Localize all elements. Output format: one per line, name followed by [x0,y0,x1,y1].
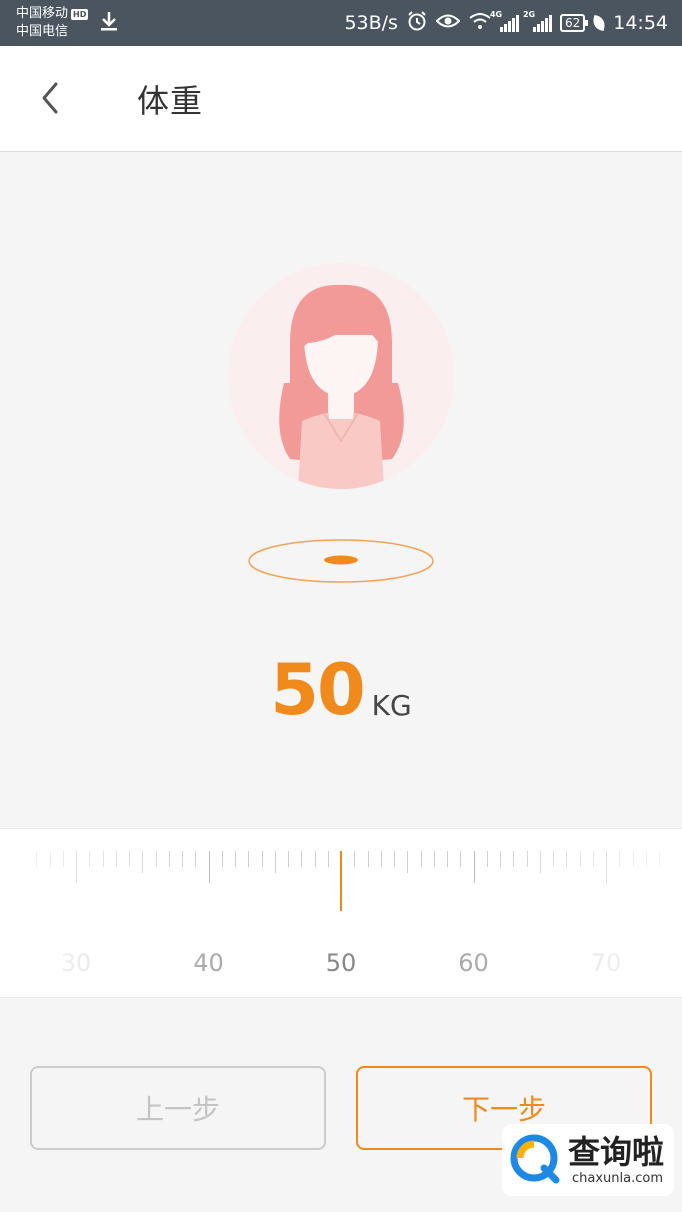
ruler-tick [539,851,541,873]
weight-value: 50 [270,649,365,731]
app-header: 体重 [0,46,682,152]
ruler-tick [301,851,303,867]
download-icon [98,10,120,36]
watermark-cn: 查询啦 [568,1133,665,1171]
ruler-tick [36,851,38,867]
search-q-icon [510,1134,560,1184]
ruler-tick [420,851,422,867]
ruler-tick [592,851,594,867]
ruler-tick [433,851,435,867]
ruler-tick [380,851,382,867]
ruler-tick [102,851,104,867]
weight-readout: 50 KG [0,640,682,730]
ruler-tick [526,851,528,867]
ruler-tick [500,851,501,867]
sim1-signal-icon: 4G [490,10,519,32]
ruler-tick [460,851,462,867]
chevron-left-icon [42,82,58,114]
ruler-tick [619,851,621,867]
ruler-tick [394,851,395,867]
back-button[interactable] [28,74,72,122]
ruler-tick [62,851,64,867]
ruler-tick [486,851,488,867]
avatar [228,263,454,489]
ruler-tick [632,851,634,867]
watermark-logo: 查询啦 chaxunla.com [502,1124,674,1196]
ruler-tick [274,851,276,873]
clock: 14:54 [613,12,668,34]
status-bar: 中国移动 HD 中国电信 53B/s 4G 2G 62 14:54 [0,0,682,46]
ruler-tick [195,851,197,867]
ruler-tick [606,851,607,883]
ruler-tick [208,851,210,883]
ruler-tick [659,851,660,867]
ruler-tick [407,851,409,873]
ruler-indicator [340,851,342,911]
ruler-tick [288,851,289,867]
wifi-icon [468,12,492,35]
ruler-label: 30 [60,949,92,977]
ruler-tick [76,851,77,883]
previous-step-label: 上一步 [135,1093,220,1126]
net-speed: 53B/s [344,12,398,34]
ruler-tick [182,851,183,867]
watermark-en: chaxunla.com [572,1171,663,1186]
ruler-tick [168,851,170,867]
ruler-tick [553,851,554,867]
battery-level: 62 [564,16,581,30]
ruler-tick [314,851,316,867]
ruler-label: 60 [458,949,489,977]
ruler-tick [367,851,369,867]
eye-comfort-icon [435,12,461,35]
female-avatar-icon [279,284,404,489]
ruler-label: 40 [193,949,224,977]
ruler-label: 70 [590,949,622,977]
ruler-tick [129,851,130,867]
battery-indicator: 62 [559,14,589,32]
alarm-icon [406,10,428,37]
ruler-tick [645,851,647,867]
ruler-tick [579,851,581,867]
page-title: 体重 [137,82,204,120]
ruler-tick [513,851,515,867]
ruler-tick [447,851,448,867]
ruler-tick [261,851,263,867]
carrier-2-label: 中国电信 [16,24,69,39]
ruler-tick [473,851,475,883]
previous-step-button[interactable]: 上一步 [30,1066,326,1150]
ruler-tick [221,851,223,867]
ruler-tick [327,851,329,867]
ruler-tick [49,851,51,867]
ruler-tick [354,851,356,867]
power-saving-leaf-icon [592,15,607,31]
weight-ruler-slider[interactable]: 30 40 50 60 70 [0,828,682,998]
carrier-1-label: 中国移动 [16,6,69,21]
ruler-tick [142,851,144,873]
ruler-tick [155,851,157,867]
ruler-tick [248,851,250,867]
scale-platform-icon [248,539,434,583]
carrier-info: 中国移动 HD 中国电信 [16,5,120,41]
next-step-label: 下一步 [461,1093,546,1126]
hd-badge: HD [71,8,89,20]
weight-unit: KG [371,689,412,722]
ruler-tick [89,851,91,867]
ruler-label: 50 [325,949,357,977]
ruler-tick [115,851,117,867]
sim2-signal-icon: 2G [523,10,552,32]
ruler-tick [235,851,236,867]
ruler-tick [566,851,568,867]
